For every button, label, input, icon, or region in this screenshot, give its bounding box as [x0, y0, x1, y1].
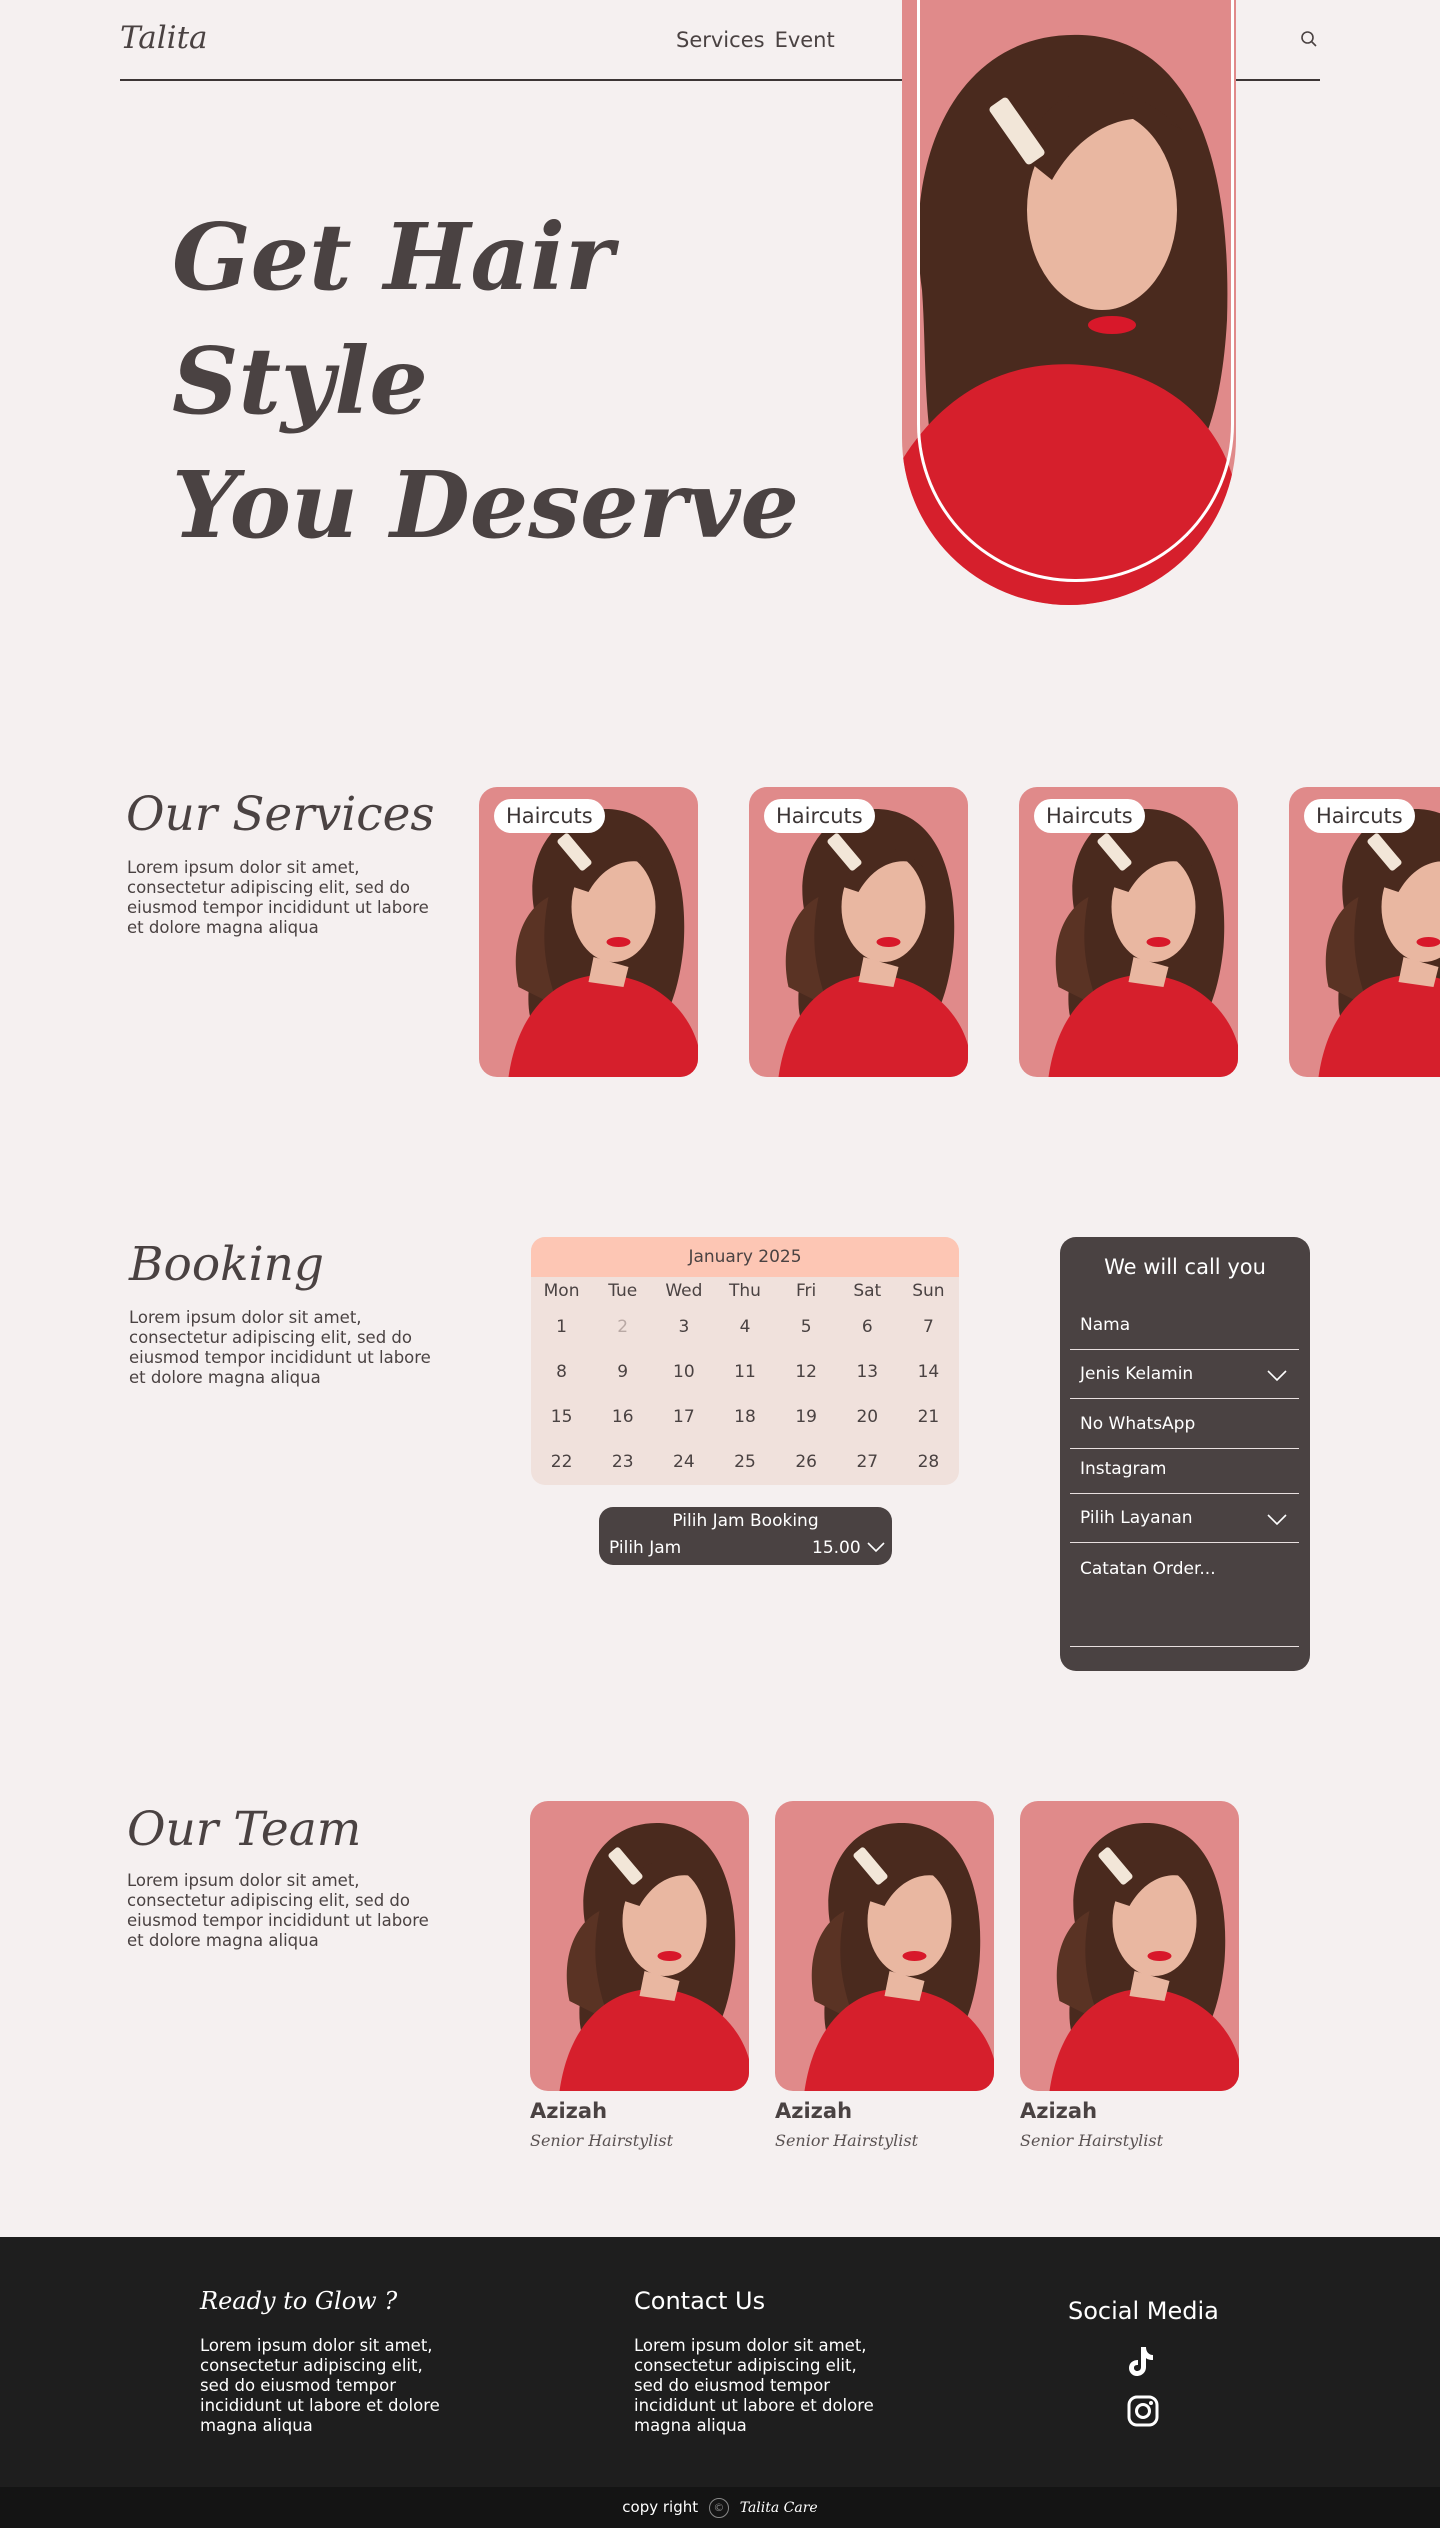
calendar-day[interactable]: 5 — [776, 1305, 837, 1350]
calendar-day[interactable]: 13 — [837, 1350, 898, 1395]
footer-cta-text: Lorem ipsum dolor sit amet, consectetur … — [200, 2336, 440, 2435]
calendar-day[interactable]: 23 — [592, 1440, 653, 1485]
calendar-month: January 2025 — [531, 1237, 959, 1277]
instagram-icon[interactable] — [1127, 2395, 1159, 2431]
service-label: Haircuts — [1034, 799, 1145, 833]
calendar-day[interactable]: 16 — [592, 1395, 653, 1440]
calendar-day[interactable]: 25 — [714, 1440, 775, 1485]
weekday-label: Mon — [543, 1281, 580, 1301]
order-notes-field[interactable]: Catatan Order... — [1070, 1559, 1299, 1647]
name-field[interactable]: Nama — [1070, 1315, 1299, 1350]
whatsapp-field[interactable]: No WhatsApp — [1070, 1414, 1299, 1449]
footer-social-title: Social Media — [1068, 2297, 1219, 2325]
calendar-day[interactable]: 20 — [837, 1395, 898, 1440]
footer-contact-title: Contact Us — [634, 2287, 766, 2315]
tiktok-icon[interactable] — [1127, 2345, 1155, 2381]
weekday-label: Wed — [665, 1281, 703, 1301]
callback-form: We will call you Nama Jenis Kelamin No W… — [1060, 1237, 1310, 1671]
nav-services[interactable]: Services — [676, 28, 765, 52]
team-member-photo[interactable] — [775, 1801, 994, 2091]
time-picker-label: Pilih Jam — [609, 1538, 682, 1558]
time-picker-title: Pilih Jam Booking — [672, 1511, 819, 1531]
chevron-down-icon — [1267, 1514, 1287, 1526]
service-card[interactable]: Haircuts — [479, 787, 698, 1077]
time-picker[interactable]: Pilih Jam Booking Pilih Jam 15.00 — [599, 1507, 892, 1565]
calendar-day[interactable]: 3 — [653, 1305, 714, 1350]
hero-arch-outline — [917, 0, 1234, 582]
service-label: Haircuts — [494, 799, 605, 833]
footer-contact-text: Lorem ipsum dolor sit amet, consectetur … — [634, 2336, 874, 2435]
search-icon[interactable] — [1300, 30, 1318, 48]
team-member-name: Azizah — [530, 2099, 608, 2123]
service-select[interactable]: Pilih Layanan — [1070, 1508, 1299, 1543]
booking-calendar: January 2025 Mon Tue Wed Thu Fri Sat Sun 12345… — [531, 1237, 959, 1485]
copyright-label: copy right — [622, 2498, 699, 2516]
team-member-role: Senior Hairstylist — [775, 2131, 919, 2150]
team-desc: Lorem ipsum dolor sit amet, consectetur … — [127, 1871, 429, 1950]
calendar-day[interactable]: 26 — [776, 1440, 837, 1485]
calendar-day[interactable]: 17 — [653, 1395, 714, 1440]
calendar-day[interactable]: 12 — [776, 1350, 837, 1395]
weekday-label: Sat — [853, 1281, 882, 1301]
service-label: Haircuts — [1304, 799, 1415, 833]
gender-select[interactable]: Jenis Kelamin — [1070, 1364, 1299, 1399]
footer-cta-title: Ready to Glow ? — [200, 2287, 398, 2315]
calendar-day[interactable]: 28 — [898, 1440, 959, 1485]
copyright-brand: Talita Care — [739, 2500, 818, 2516]
calendar-day[interactable]: 19 — [776, 1395, 837, 1440]
calendar-day[interactable]: 11 — [714, 1350, 775, 1395]
site-logo[interactable]: Talita — [120, 20, 208, 56]
team-title: Our Team — [127, 1802, 362, 1857]
calendar-day[interactable]: 14 — [898, 1350, 959, 1395]
weekday-label: Fri — [796, 1281, 817, 1301]
footer: Ready to Glow ? Lorem ipsum dolor sit am… — [0, 2237, 1440, 2487]
calendar-day[interactable]: 10 — [653, 1350, 714, 1395]
hero-title: Get Hair Style You Deserve — [172, 203, 800, 559]
instagram-field[interactable]: Instagram — [1070, 1459, 1299, 1494]
team-member-role: Senior Hairstylist — [530, 2131, 674, 2150]
services-title: Our Services — [126, 787, 435, 842]
calendar-day[interactable]: 27 — [837, 1440, 898, 1485]
service-label: Haircuts — [764, 799, 875, 833]
team-member-photo[interactable] — [1020, 1801, 1239, 2091]
calendar-day[interactable]: 15 — [531, 1395, 592, 1440]
calendar-weekdays: Mon Tue Wed Thu Fri Sat Sun — [531, 1277, 959, 1305]
booking-desc: Lorem ipsum dolor sit amet, consectetur … — [129, 1308, 431, 1387]
team-member-photo[interactable] — [530, 1801, 749, 2091]
service-card[interactable]: Haircuts — [1019, 787, 1238, 1077]
weekday-label: Thu — [729, 1281, 761, 1301]
team-member-role: Senior Hairstylist — [1020, 2131, 1164, 2150]
booking-title: Booking — [129, 1237, 324, 1292]
copyright-icon: © — [708, 2497, 729, 2518]
nav-event[interactable]: Event — [775, 28, 835, 52]
time-picker-value: 15.00 — [812, 1538, 861, 1558]
chevron-down-icon — [1267, 1370, 1287, 1382]
calendar-day[interactable]: 1 — [531, 1305, 592, 1350]
calendar-day[interactable]: 7 — [898, 1305, 959, 1350]
services-desc: Lorem ipsum dolor sit amet, consectetur … — [127, 858, 429, 937]
service-card[interactable]: Haircuts — [1289, 787, 1440, 1077]
calendar-day[interactable]: 18 — [714, 1395, 775, 1440]
chevron-down-icon[interactable] — [867, 1542, 885, 1553]
service-card[interactable]: Haircuts — [749, 787, 968, 1077]
calendar-day[interactable]: 22 — [531, 1440, 592, 1485]
main-nav: Services Event — [676, 28, 835, 52]
calendar-day[interactable]: 21 — [898, 1395, 959, 1440]
weekday-label: Sun — [912, 1281, 945, 1301]
calendar-day[interactable]: 9 — [592, 1350, 653, 1395]
calendar-day[interactable]: 4 — [714, 1305, 775, 1350]
team-member-name: Azizah — [775, 2099, 853, 2123]
copyright-bar: copy right © Talita Care — [0, 2487, 1440, 2528]
calendar-days: 1 2 3 4 5 6 7 8 9 10 11 12 13 14 15 16 17 18 19 20 21 22 23 24 2… — [531, 1305, 959, 1485]
calendar-day[interactable]: 24 — [653, 1440, 714, 1485]
calendar-day[interactable]: 2 — [592, 1305, 653, 1350]
weekday-label: Tue — [608, 1281, 638, 1301]
calendar-day[interactable]: 6 — [837, 1305, 898, 1350]
team-member-name: Azizah — [1020, 2099, 1098, 2123]
form-title: We will call you — [1104, 1255, 1266, 1279]
calendar-day[interactable]: 8 — [531, 1350, 592, 1395]
